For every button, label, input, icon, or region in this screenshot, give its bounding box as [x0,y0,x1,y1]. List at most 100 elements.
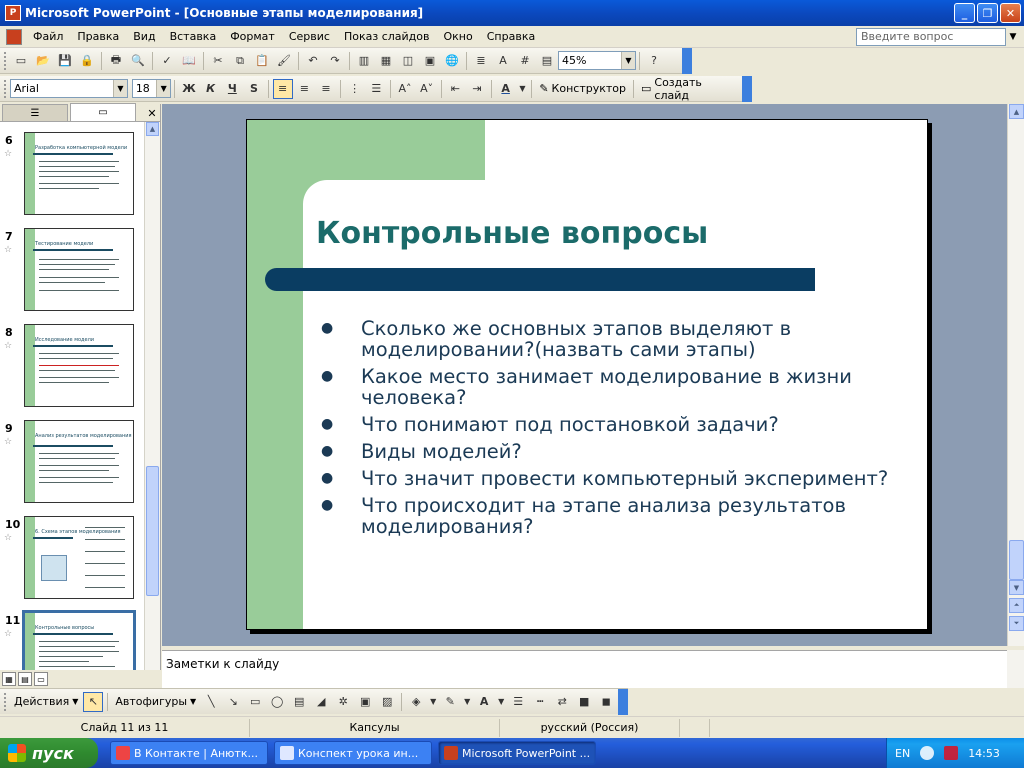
toolbar-grip[interactable] [4,51,7,70]
scroll-down-icon[interactable]: ▼ [1009,580,1024,595]
menu-file[interactable]: Файл [26,28,70,45]
decrease-font-icon[interactable]: A˅ [417,79,437,99]
hyperlink-icon[interactable]: 🌐 [442,51,462,71]
help-search-input[interactable]: Введите вопрос [856,28,1006,46]
shadow-style-icon[interactable]: ■ [574,692,594,712]
numbering-icon[interactable]: ⋮ [345,79,365,99]
diagram-icon[interactable]: ✲ [333,692,353,712]
permission-icon[interactable]: 🔒 [77,51,97,71]
textbox-icon[interactable]: ▤ [289,692,309,712]
menu-view[interactable]: Вид [126,28,162,45]
slide-thumbnail[interactable]: 6 ☆ Разработка компьютерной модели [0,132,144,220]
toolbar-options[interactable] [618,688,628,715]
print-preview-icon[interactable]: 🔍 [128,51,148,71]
minimize-button[interactable]: _ [954,3,975,23]
font-select[interactable]: Arial ▼ [9,79,128,98]
scroll-up-icon[interactable]: ▲ [146,122,159,136]
toolbar-grip[interactable] [4,692,7,711]
start-button[interactable]: пуск [0,738,98,768]
increase-font-icon[interactable]: A˄ [395,79,415,99]
open-icon[interactable]: 📂 [33,51,53,71]
new-icon[interactable]: ▭ [11,51,31,71]
toolbar-options[interactable] [742,75,752,102]
scroll-thumb[interactable] [1009,540,1024,580]
slide-editing-area[interactable]: Контрольные вопросы ● Сколько же основных… [162,104,1007,646]
show-formatting-icon[interactable]: A [493,51,513,71]
antivirus-icon[interactable] [944,746,959,760]
menu-help[interactable]: Справка [480,28,542,45]
tab-outline[interactable]: ☰ [2,104,68,121]
taskbar-item-browser[interactable]: В Контакте | Анютк... [110,741,268,765]
chevron-down-icon[interactable]: ▼ [517,79,527,99]
decrease-indent-icon[interactable]: ⇤ [445,79,465,99]
slide-scrollbar[interactable]: ▲ ▼ ⏶ ⏷ [1007,104,1024,646]
slide-sorter-icon[interactable]: ▤ [18,672,32,686]
line-color-icon[interactable]: ✎ [440,692,460,712]
notes-scrollbar[interactable] [1007,650,1024,688]
slide-bullet-list[interactable]: ● Сколько же основных этапов выделяют в м… [317,318,907,543]
slide-thumbnail[interactable]: 7 ☆ Тестирование модели [0,228,144,316]
toolbar-options[interactable] [682,47,692,74]
menu-tools[interactable]: Сервис [282,28,337,45]
insert-table-icon[interactable]: ▦ [376,51,396,71]
clock[interactable]: 14:53 [968,747,1000,760]
slide-thumbnail[interactable]: 9 ☆ Анализ результатов моделирования [0,420,144,508]
arrow-icon[interactable]: ↘ [223,692,243,712]
font-size-select[interactable]: 18 ▼ [131,79,172,98]
increase-indent-icon[interactable]: ⇥ [467,79,487,99]
new-slide-button[interactable]: ▭ Создать слайд [637,76,742,102]
actions-menu[interactable]: Действия ▼ [10,695,82,708]
align-right-icon[interactable]: ≡ [316,79,336,99]
slide-title[interactable]: Контрольные вопросы [316,216,708,251]
menu-window[interactable]: Окно [437,28,480,45]
current-slide[interactable]: Контрольные вопросы ● Сколько же основных… [246,119,928,630]
wordart-icon[interactable]: ◢ [311,692,331,712]
oval-icon[interactable]: ◯ [267,692,287,712]
clipart-icon[interactable]: ▣ [355,692,375,712]
save-icon[interactable]: 💾 [55,51,75,71]
slide-thumbnail[interactable]: 10 ☆ 6. Схема этапов моделирования [0,516,144,604]
chevron-down-icon[interactable]: ▼ [112,80,127,97]
bullets-icon[interactable]: ☰ [367,79,387,99]
language-indicator[interactable]: EN [895,747,910,760]
insert-diagram-icon[interactable]: ◫ [398,51,418,71]
insert-picture-icon[interactable]: ▣ [420,51,440,71]
chevron-down-icon[interactable]: ▼ [496,692,506,712]
slide-thumbnail[interactable]: 8 ☆ Исследование модели [0,324,144,412]
document-icon[interactable] [6,28,22,45]
3d-style-icon[interactable]: ◼ [596,692,616,712]
chevron-down-icon[interactable]: ▼ [462,692,472,712]
menu-insert[interactable]: Вставка [163,28,224,45]
previous-slide-icon[interactable]: ⏶ [1009,598,1024,613]
insert-chart-icon[interactable]: ▥ [354,51,374,71]
color-grayscale-icon[interactable]: ▤ [537,51,557,71]
shadow-button[interactable]: S [244,79,264,99]
restore-button[interactable]: ❐ [977,3,998,23]
spelling-icon[interactable]: ✓ [157,51,177,71]
chevron-down-icon[interactable]: ▼ [1006,28,1020,46]
font-color-icon[interactable]: A [496,79,516,99]
menu-slideshow[interactable]: Показ слайдов [337,28,437,45]
powerpoint-icon[interactable]: P [5,5,21,21]
close-button[interactable]: ✕ [1000,3,1021,23]
format-painter-icon[interactable]: 🖌 [274,51,294,71]
slideshow-icon[interactable]: ▭ [34,672,48,686]
undo-icon[interactable]: ↶ [303,51,323,71]
print-icon[interactable]: 🖶 [106,51,126,71]
status-language[interactable]: русский (Россия) [500,718,680,737]
grid-icon[interactable]: # [515,51,535,71]
close-icon[interactable]: ✕ [144,105,160,121]
taskbar-item-word[interactable]: Конспект урока ин... [274,741,432,765]
chevron-down-icon[interactable]: ▼ [621,52,635,69]
tab-slides[interactable]: ▭ [70,103,136,121]
normal-view-icon[interactable]: ▦ [2,672,16,686]
menu-edit[interactable]: Правка [70,28,126,45]
font-color-icon[interactable]: A [474,692,494,712]
taskbar-item-powerpoint[interactable]: Microsoft PowerPoint ... [438,741,596,765]
research-icon[interactable]: 📖 [179,51,199,71]
fill-color-icon[interactable]: ◈ [406,692,426,712]
chevron-down-icon[interactable]: ▼ [156,80,171,97]
cut-icon[interactable]: ✂ [208,51,228,71]
italic-button[interactable]: К [201,79,221,99]
menu-format[interactable]: Формат [223,28,282,45]
